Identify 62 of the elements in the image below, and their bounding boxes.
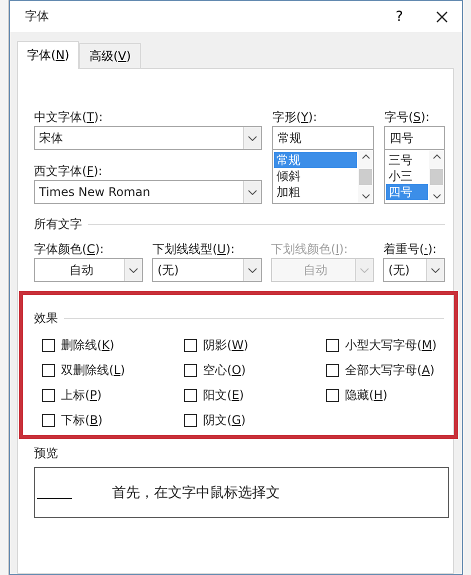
field-label: 着重号(·): [383, 241, 438, 258]
field-label: 下划线线型(U): [152, 241, 236, 258]
list-item[interactable]: 三号 [386, 152, 428, 168]
section-title: 效果 [34, 310, 58, 327]
chevron-down-icon [129, 268, 138, 272]
checkbox[interactable] [326, 339, 339, 352]
checkbox[interactable] [42, 364, 55, 377]
help-button[interactable]: ? [396, 8, 403, 24]
checkbox[interactable] [184, 414, 197, 427]
chevron-down-icon [248, 190, 258, 194]
scrollbar[interactable] [358, 150, 374, 203]
checkbox[interactable] [184, 389, 197, 402]
field-label: 字体颜色(C): [34, 241, 105, 258]
preview-text: 首先，在文字中鼠标选择文 [112, 484, 280, 502]
scrollbar[interactable] [429, 150, 444, 203]
dropdown[interactable]: (无) [383, 258, 446, 282]
tab[interactable]: 高级(V) [79, 43, 141, 68]
dropdown[interactable]: (无) [152, 258, 262, 282]
checkbox[interactable] [42, 389, 55, 402]
tab[interactable]: 字体(N) [17, 41, 80, 69]
window-title: 字体 [25, 8, 50, 25]
chevron-up-icon [432, 154, 440, 159]
chevron-down-icon [432, 194, 440, 199]
section-title: 预览 [34, 445, 59, 462]
western-font-dropdown[interactable]: Times New Roman [34, 180, 262, 204]
field-label: 中文字体(T): [34, 109, 104, 126]
chinese-font-dropdown[interactable]: 宋体 [34, 126, 262, 150]
checkbox[interactable] [184, 364, 197, 377]
checkbox-label: 删除线(K) [61, 337, 114, 354]
checkbox[interactable] [326, 389, 339, 402]
list-item[interactable]: 加粗 [274, 184, 358, 200]
list-item[interactable]: 小三 [386, 168, 428, 184]
checkbox[interactable] [184, 339, 197, 352]
input-field[interactable]: 四号 [384, 126, 445, 150]
checkbox[interactable] [42, 414, 55, 427]
chevron-up-icon [362, 154, 370, 159]
chevron-down-icon [362, 194, 370, 199]
dropdown[interactable]: 自动 [34, 258, 144, 282]
field-label: 字号(S): [384, 109, 431, 126]
checkbox-label: 空心(O) [203, 362, 246, 379]
chevron-down-icon [360, 268, 370, 272]
section-title: 所有文字 [34, 216, 82, 233]
checkbox-label: 阳文(E) [203, 387, 244, 404]
close-icon[interactable] [436, 10, 448, 22]
checkbox-label: 阴文(G) [203, 412, 246, 429]
checkbox-label: 下标(B) [61, 412, 103, 429]
checkbox-label: 双删除线(L) [61, 362, 126, 379]
checkbox-label: 阴影(W) [203, 337, 248, 354]
checkbox-label: 上标(P) [61, 387, 102, 404]
chevron-down-icon [248, 268, 257, 272]
input-field[interactable]: 常规 [272, 126, 374, 150]
chevron-down-icon [431, 268, 440, 272]
field-label: 字形(Y): [272, 109, 318, 126]
checkbox-label: 隐藏(H) [345, 387, 388, 404]
checkbox[interactable] [42, 339, 55, 352]
checkbox-label: 小型大写字母(M) [345, 337, 437, 354]
chevron-down-icon [248, 136, 258, 140]
list-item[interactable]: 倾斜 [274, 168, 358, 184]
field-label: 西文字体(F): [34, 163, 104, 180]
checkbox[interactable] [326, 364, 339, 377]
field-label: 下划线颜色(I): [270, 241, 349, 258]
checkbox-label: 全部大写字母(A) [345, 362, 435, 379]
